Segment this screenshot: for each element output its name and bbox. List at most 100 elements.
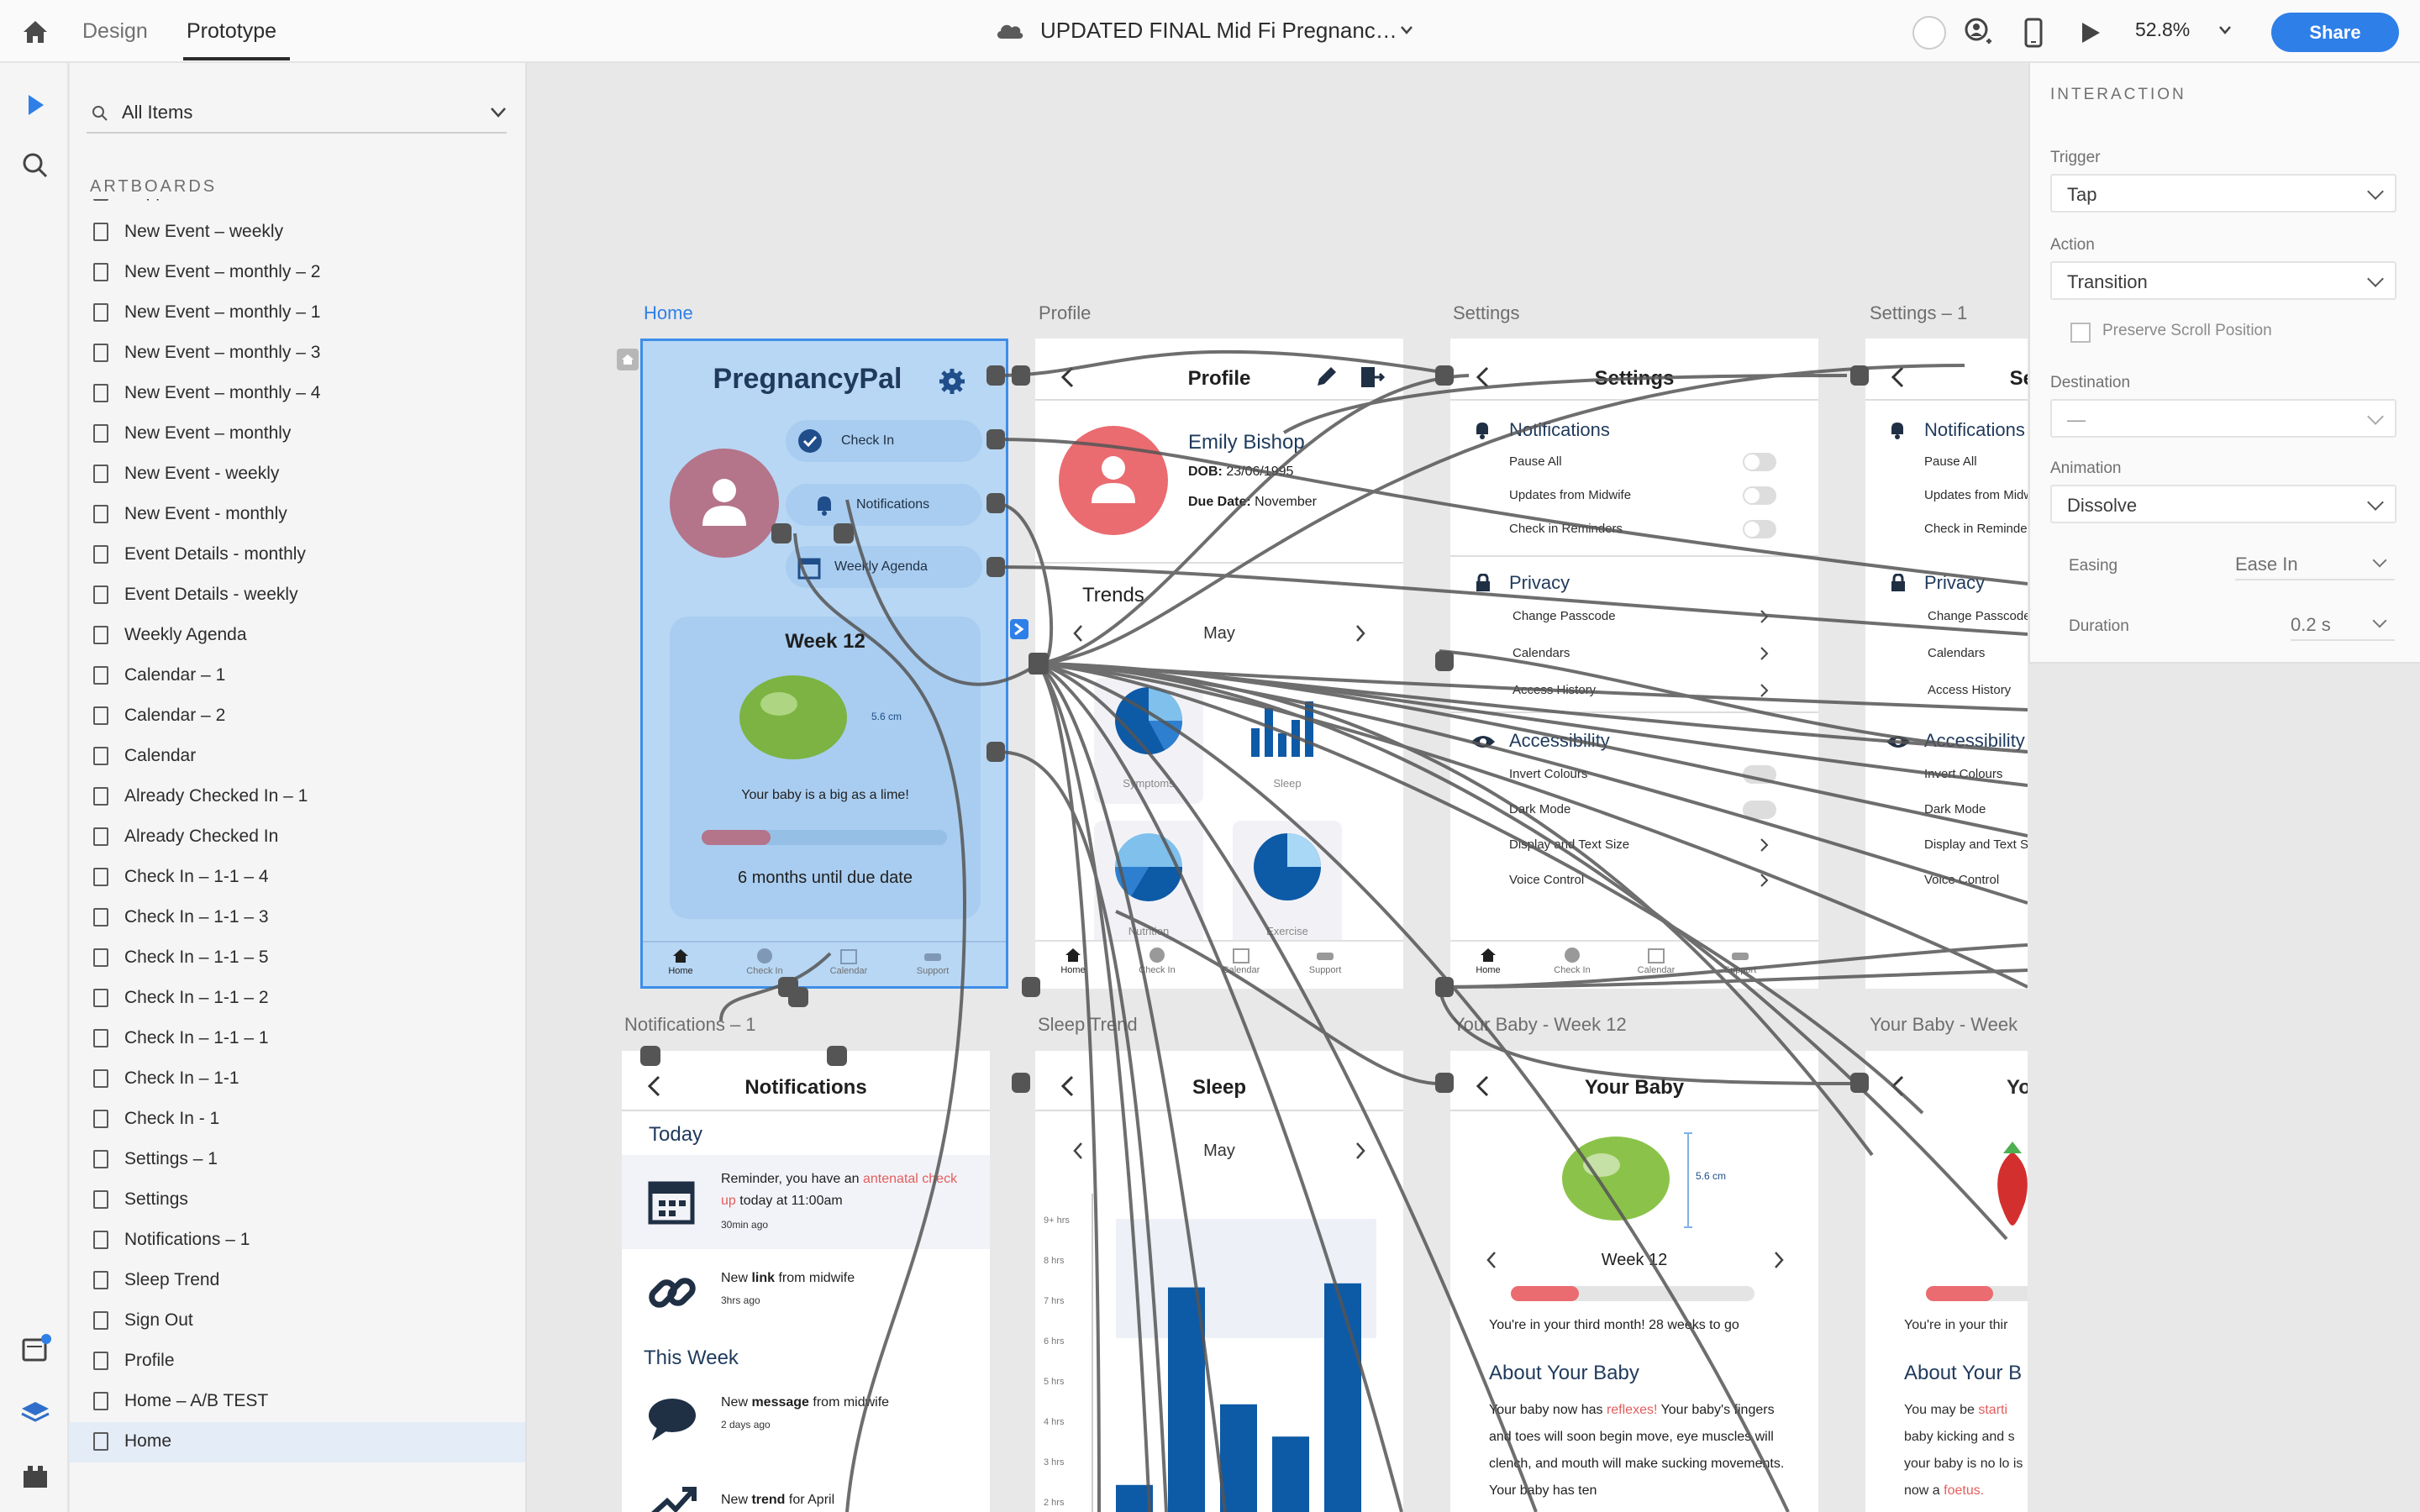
zoom-level[interactable]: 52.8% (2135, 18, 2190, 41)
artboard-list-item[interactable]: New Event – monthly – 4 (70, 374, 525, 414)
artboard-icon (93, 1311, 108, 1330)
zoom-chevron-icon[interactable] (2218, 25, 2232, 35)
plugins-icon[interactable] (17, 1459, 54, 1496)
wire-anchor[interactable] (986, 557, 1005, 577)
tab-prototype[interactable]: Prototype (187, 17, 276, 45)
artboard-list-item[interactable]: Already Checked In (70, 817, 525, 858)
artboard-icon (93, 827, 108, 846)
artboard-list-item[interactable]: Profile (70, 1341, 525, 1382)
wire-anchor[interactable] (1435, 365, 1454, 386)
trigger-select[interactable]: Tap (2050, 174, 2396, 213)
wire-anchor[interactable] (778, 977, 798, 997)
chevron-down-icon (2367, 183, 2384, 200)
wire-anchor[interactable] (986, 742, 1005, 762)
artboard-icon (93, 384, 108, 402)
wire (1038, 662, 2008, 1241)
wire-anchor[interactable] (1435, 1073, 1454, 1093)
destination-select[interactable]: — (2050, 399, 2396, 438)
wire-anchor[interactable] (771, 523, 792, 543)
chevron-down-icon[interactable] (490, 107, 507, 118)
artboard-name: New Event - monthly (124, 504, 287, 523)
action-select[interactable]: Transition (2050, 261, 2396, 300)
wire-anchor[interactable] (1028, 653, 1049, 675)
prototype-wires (640, 349, 2028, 1512)
wire-anchor[interactable] (640, 1046, 660, 1066)
artboard-list-item[interactable]: Calendar – 2 (70, 696, 525, 737)
share-for-review-icon[interactable] (1961, 16, 1995, 50)
wire (1037, 662, 1227, 1512)
artboard-list-item[interactable]: Calendar (70, 737, 525, 777)
wire (719, 952, 832, 1021)
design-canvas[interactable]: Home Profile Settings Settings – 1 Notif… (528, 63, 2028, 1512)
easing-value[interactable]: Ease In (2235, 554, 2298, 575)
artboard-list-item[interactable]: Weekly Agenda (70, 616, 525, 656)
duration-value[interactable]: 0.2 s (2291, 614, 2331, 636)
zoom-tool-icon[interactable] (17, 147, 54, 184)
artboard-list-item[interactable]: Sign Out (70, 1301, 525, 1341)
chevron-down-icon[interactable] (1400, 25, 1413, 35)
artboards-heading: ARTBOARDS (90, 172, 342, 199)
home-icon[interactable] (17, 13, 54, 50)
play-preview-icon[interactable] (2079, 20, 2102, 45)
artboard-list-item[interactable]: Check In – 1-1 – 4 (70, 858, 525, 898)
artboard-icon (93, 1029, 108, 1047)
artboard-icon (93, 1231, 108, 1249)
artboard-icon (93, 666, 108, 685)
artboard-list-item[interactable]: New Event - monthly (70, 495, 525, 535)
chevron-down-icon (2367, 408, 2384, 425)
artboard-list-item[interactable]: New Event – monthly – 3 (70, 333, 525, 374)
artboard-list-item[interactable]: Check In – 1-1 – 1 (70, 1019, 525, 1059)
wire-anchor[interactable] (1022, 977, 1040, 997)
wire (1038, 374, 1470, 665)
artboard-list-item[interactable]: Check In - 1 (70, 1100, 525, 1140)
wire-anchor[interactable] (986, 429, 1005, 449)
device-preview-icon[interactable] (2021, 17, 2046, 49)
chevron-down-icon[interactable] (2372, 553, 2387, 568)
artboard-list-item[interactable]: Check In – 1-1 – 5 (70, 938, 525, 979)
artboard-list-item[interactable]: New Event – weekly (70, 213, 525, 253)
wire-anchor[interactable] (834, 523, 854, 543)
artboard-name: Event Details - monthly (124, 544, 306, 564)
artboard-list-item[interactable]: Home (70, 1422, 525, 1462)
artboard-list-item[interactable]: Check In – 1-1 – 2 (70, 979, 525, 1019)
artboard-list-item[interactable]: Sleep Trend (70, 1261, 525, 1301)
wire-hotspot[interactable] (1010, 619, 1028, 639)
artboard-list-item[interactable]: New Event - weekly (70, 454, 525, 495)
animation-select[interactable]: Dissolve (2050, 485, 2396, 523)
artboard-list-item[interactable]: Settings (70, 1180, 525, 1221)
wire-anchor[interactable] (986, 493, 1005, 513)
tab-design[interactable]: Design (82, 17, 148, 45)
wire-anchor[interactable] (1012, 365, 1030, 386)
document-title[interactable]: UPDATED FINAL Mid Fi Pregnanc… (1040, 15, 1397, 45)
artboard-list-item[interactable]: New Event – monthly – 2 (70, 253, 525, 293)
document-assets-icon[interactable] (17, 1331, 54, 1368)
artboard-list-item[interactable]: Settings – 1 (70, 1140, 525, 1180)
artboard-list-item[interactable]: Home – A/B TEST (70, 1382, 525, 1422)
artboard-list-item[interactable]: Event Details - monthly (70, 535, 525, 575)
artboard-icon (93, 585, 108, 604)
wire-anchor[interactable] (1850, 365, 1869, 386)
user-avatar-icon[interactable] (1911, 14, 1948, 51)
share-button[interactable]: Share (2271, 13, 2399, 52)
artboard-list-item[interactable]: Calendar – 1 (70, 656, 525, 696)
wire-anchor[interactable] (827, 1046, 847, 1066)
layer-filter[interactable]: All Items (87, 93, 507, 134)
layers-icon[interactable] (17, 1395, 54, 1432)
artboard-icon (93, 948, 108, 967)
preserve-scroll-checkbox[interactable] (2070, 323, 2091, 343)
artboard-list-item[interactable]: Event Details - weekly (70, 575, 525, 616)
chevron-down-icon[interactable] (2372, 613, 2387, 628)
artboard-list-item[interactable]: Notifications – 1 (70, 1221, 525, 1261)
wire-anchor[interactable] (1012, 1073, 1030, 1093)
artboard-list-item[interactable]: Check In – 1-1 (70, 1059, 525, 1100)
wire-anchor[interactable] (986, 365, 1005, 386)
artboard-list-item[interactable]: Check In – 1-1 – 3 (70, 898, 525, 938)
animation-label: Animation (2050, 459, 2122, 477)
wire-anchor[interactable] (1435, 977, 1454, 997)
select-tool-icon[interactable] (17, 87, 54, 123)
artboard-list-item[interactable]: New Event – monthly – 1 (70, 293, 525, 333)
artboard-list-item[interactable]: New Event – monthly (70, 414, 525, 454)
wire-anchor[interactable] (1850, 1073, 1869, 1093)
wire-anchor[interactable] (1435, 651, 1454, 671)
artboard-list-item[interactable]: Already Checked In – 1 (70, 777, 525, 817)
